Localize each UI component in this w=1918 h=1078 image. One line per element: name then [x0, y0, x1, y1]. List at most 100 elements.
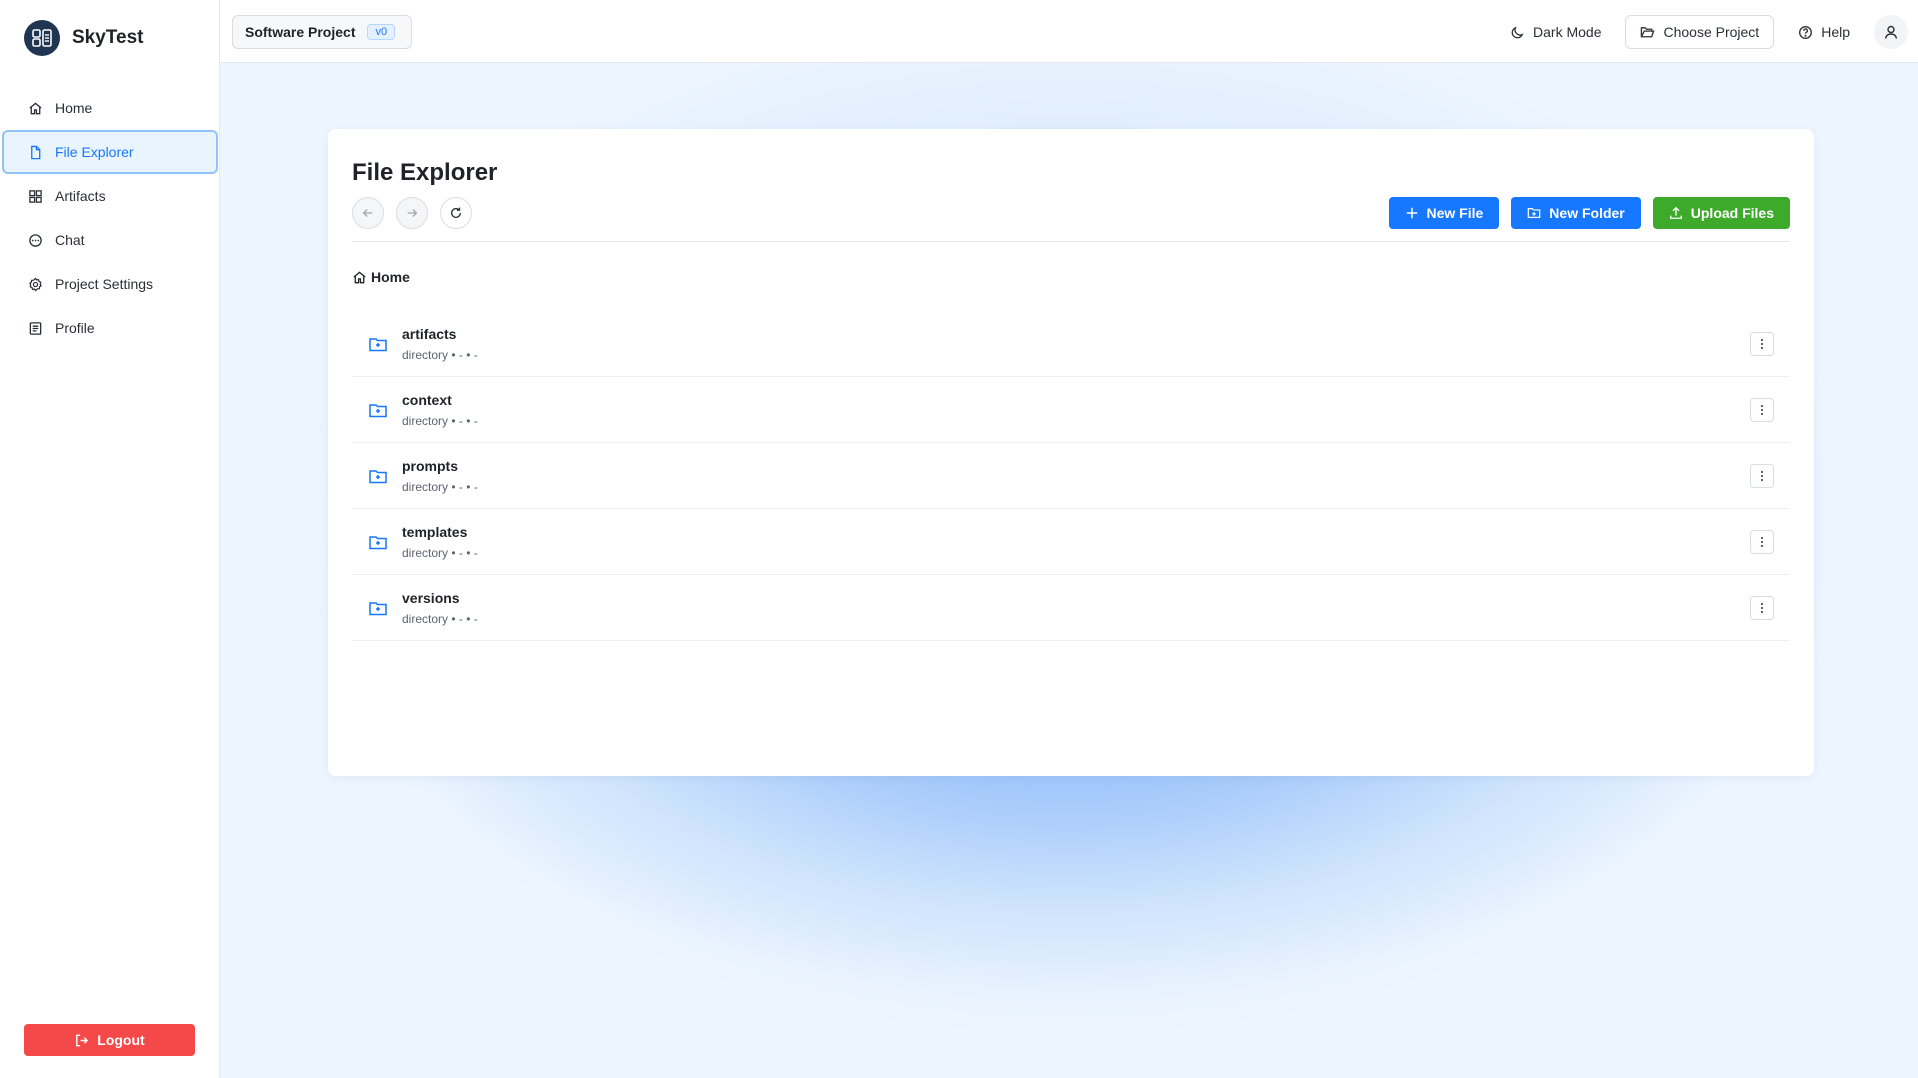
- upload-files-button[interactable]: Upload Files: [1652, 197, 1790, 229]
- grid-icon: [29, 189, 42, 203]
- plus-icon: [1406, 207, 1417, 219]
- more-vertical-icon: [1761, 471, 1763, 481]
- folder-icon: [369, 469, 387, 483]
- list-item[interactable]: templates directory • - • -: [352, 509, 1790, 575]
- sidebar-nav: Home File Explorer Artifacts Chat Projec…: [0, 86, 220, 350]
- sidebar: SkyTest Home File Explorer Artifacts Cha…: [0, 0, 220, 1078]
- sidebar-item-label: Profile: [55, 320, 95, 336]
- sidebar-item-label: Home: [55, 100, 93, 116]
- home-icon: [353, 270, 366, 283]
- refresh-icon: [450, 207, 462, 218]
- list-item[interactable]: prompts directory • - • -: [352, 443, 1790, 509]
- home-icon: [29, 101, 42, 114]
- folder-icon: [369, 403, 387, 417]
- breadcrumb[interactable]: Home: [352, 269, 410, 285]
- folder-open-icon: [1641, 26, 1655, 37]
- new-folder-label: New Folder: [1549, 205, 1625, 221]
- more-vertical-icon: [1761, 537, 1763, 547]
- new-folder-button[interactable]: New Folder: [1511, 197, 1641, 229]
- sidebar-item-chat[interactable]: Chat: [2, 218, 218, 262]
- main-content: File Explorer New File New Folder Upload…: [220, 63, 1918, 1078]
- more-options-button[interactable]: [1750, 596, 1774, 620]
- more-options-button[interactable]: [1750, 464, 1774, 488]
- file-meta: versions directory • - • -: [402, 588, 478, 628]
- more-vertical-icon: [1761, 603, 1763, 613]
- file-list: artifacts directory • - • - context dire…: [352, 311, 1790, 641]
- user-icon: [1884, 25, 1898, 39]
- chat-icon: [29, 233, 42, 247]
- logout-button[interactable]: Logout: [24, 1024, 195, 1056]
- help-button[interactable]: Help: [1784, 15, 1864, 49]
- dark-mode-label: Dark Mode: [1533, 24, 1602, 40]
- version-badge: v0: [367, 24, 396, 40]
- topbar: Software Project v0 Dark Mode Choose Pro…: [220, 0, 1918, 63]
- file-details: directory • - • -: [402, 545, 478, 560]
- file-name[interactable]: templates: [402, 522, 478, 542]
- sidebar-item-project-settings[interactable]: Project Settings: [2, 262, 218, 306]
- file-meta: artifacts directory • - • -: [402, 324, 478, 364]
- forward-button[interactable]: [396, 197, 428, 229]
- choose-project-label: Choose Project: [1663, 24, 1760, 40]
- brand[interactable]: SkyTest: [24, 20, 143, 56]
- arrow-left-icon: [362, 209, 373, 217]
- file-details: directory • - • -: [402, 611, 478, 626]
- choose-project-button[interactable]: Choose Project: [1625, 15, 1775, 49]
- sidebar-item-home[interactable]: Home: [2, 86, 218, 130]
- file-meta: context directory • - • -: [402, 390, 478, 430]
- help-label: Help: [1821, 24, 1850, 40]
- list-item[interactable]: artifacts directory • - • -: [352, 311, 1790, 377]
- sidebar-item-file-explorer[interactable]: File Explorer: [2, 130, 218, 174]
- list-item[interactable]: versions directory • - • -: [352, 575, 1790, 641]
- arrow-right-icon: [407, 209, 418, 217]
- profile-icon: [29, 321, 42, 335]
- gear-icon: [29, 277, 42, 291]
- new-file-button[interactable]: New File: [1388, 197, 1500, 229]
- sidebar-item-profile[interactable]: Profile: [2, 306, 218, 350]
- brand-name: SkyTest: [72, 27, 144, 48]
- page-title: File Explorer: [352, 159, 498, 186]
- folder-icon: [369, 601, 387, 615]
- back-button[interactable]: [352, 197, 384, 229]
- history-controls: [352, 197, 472, 229]
- folder-icon: [369, 535, 387, 549]
- header-divider: [352, 241, 1790, 242]
- sidebar-item-label: Artifacts: [55, 188, 106, 204]
- more-vertical-icon: [1761, 405, 1763, 415]
- refresh-button[interactable]: [440, 197, 472, 229]
- user-menu-button[interactable]: [1874, 15, 1908, 49]
- more-options-button[interactable]: [1750, 332, 1774, 356]
- folder-add-icon: [1527, 208, 1541, 218]
- file-meta: prompts directory • - • -: [402, 456, 478, 496]
- more-options-button[interactable]: [1750, 398, 1774, 422]
- moon-icon: [1511, 26, 1524, 38]
- sidebar-item-artifacts[interactable]: Artifacts: [2, 174, 218, 218]
- file-details: directory • - • -: [402, 347, 478, 362]
- folder-icon: [369, 337, 387, 351]
- help-icon: [1799, 25, 1813, 39]
- file-details: directory • - • -: [402, 479, 478, 494]
- file-name[interactable]: context: [402, 390, 478, 410]
- breadcrumb-home[interactable]: Home: [371, 269, 410, 285]
- list-item[interactable]: context directory • - • -: [352, 377, 1790, 443]
- brand-logo-icon: [24, 20, 60, 56]
- file-icon: [31, 145, 41, 159]
- file-name[interactable]: artifacts: [402, 324, 478, 344]
- logout-label: Logout: [97, 1032, 145, 1048]
- project-name: Software Project: [245, 24, 356, 40]
- topbar-actions: Dark Mode Choose Project Help: [1496, 15, 1908, 49]
- file-explorer-card: File Explorer New File New Folder Upload…: [328, 129, 1814, 776]
- explorer-actions: New File New Folder Upload Files: [1388, 197, 1790, 229]
- logout-icon: [76, 1034, 89, 1046]
- sidebar-item-label: Project Settings: [55, 276, 154, 292]
- upload-files-label: Upload Files: [1690, 205, 1774, 221]
- more-vertical-icon: [1761, 339, 1763, 349]
- project-selector[interactable]: Software Project v0: [232, 15, 413, 49]
- file-name[interactable]: prompts: [402, 456, 478, 476]
- dark-mode-button[interactable]: Dark Mode: [1496, 15, 1615, 49]
- file-details: directory • - • -: [402, 413, 478, 428]
- sidebar-item-label: File Explorer: [55, 144, 134, 160]
- upload-icon: [1669, 206, 1682, 219]
- more-options-button[interactable]: [1750, 530, 1774, 554]
- file-name[interactable]: versions: [402, 588, 478, 608]
- file-meta: templates directory • - • -: [402, 522, 478, 562]
